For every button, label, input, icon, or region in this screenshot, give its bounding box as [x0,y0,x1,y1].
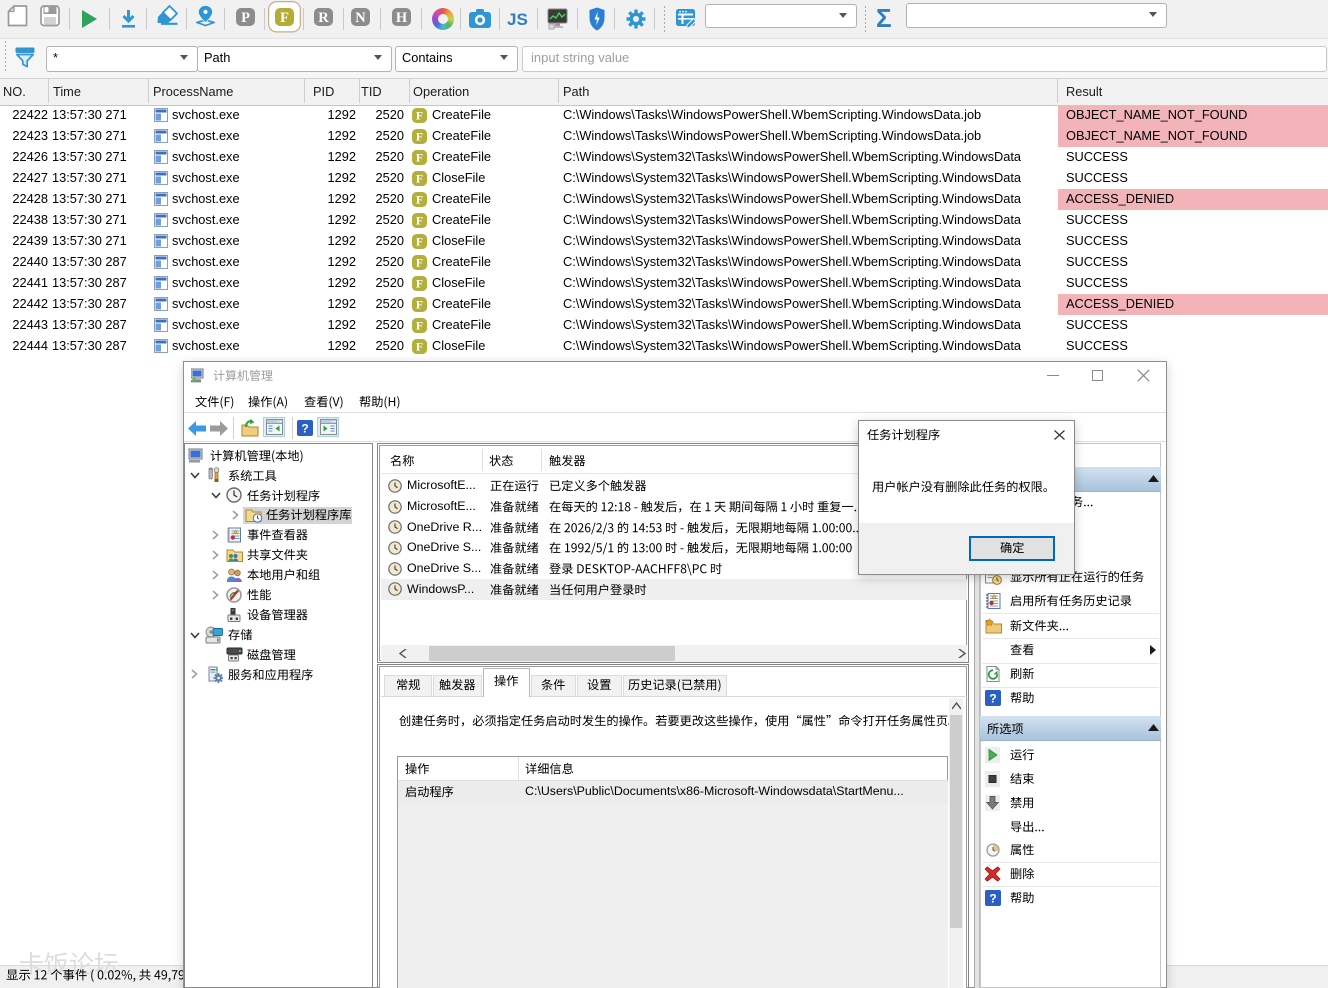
svg-text:F: F [416,236,423,248]
svg-text:F: F [416,257,423,269]
svg-text:F: F [416,299,423,311]
svg-text:F: F [416,278,423,290]
svg-text:?: ? [989,692,996,706]
svg-text:F: F [280,10,289,26]
svg-text:F: F [416,194,423,206]
svg-text:H: H [396,10,408,26]
svg-text:?: ? [989,892,996,906]
svg-text:F: F [416,110,423,122]
svg-text:F: F [416,320,423,332]
svg-text:R: R [318,10,329,26]
svg-text:F: F [416,215,423,227]
svg-text:F: F [416,152,423,164]
svg-text:?: ? [301,422,308,436]
svg-text:P: P [241,10,250,26]
svg-text:F: F [416,341,423,353]
svg-text:F: F [416,131,423,143]
svg-text:N: N [355,10,366,26]
svg-text:F: F [416,173,423,185]
